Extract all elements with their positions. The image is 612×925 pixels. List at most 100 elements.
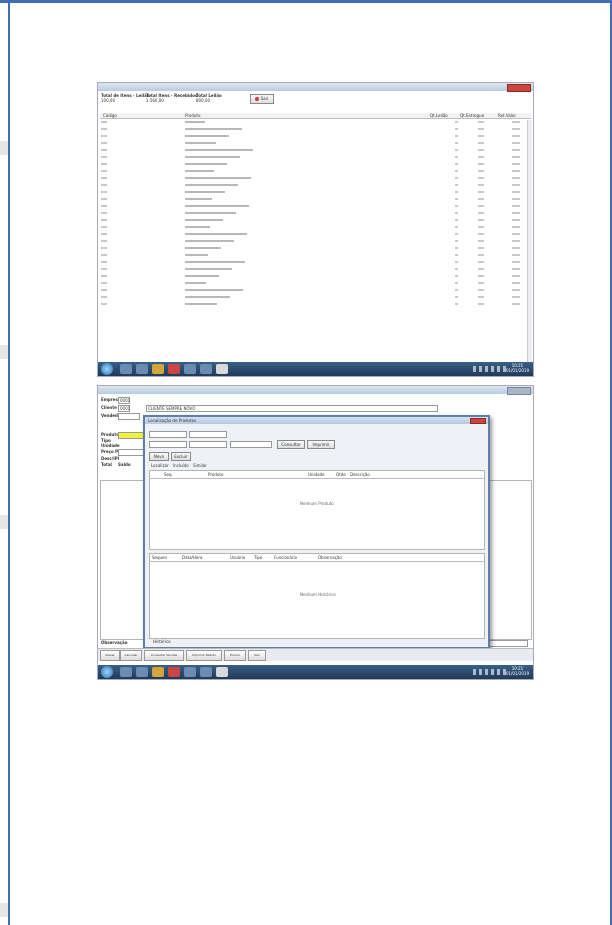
tab-incluido[interactable]: Incluído <box>173 463 189 468</box>
cell-value <box>512 142 520 144</box>
taskbar-app-button[interactable] <box>120 364 132 374</box>
cliente-name-value: CLIENTE SEMPRE NOVO <box>148 406 196 411</box>
dialog-close-button[interactable] <box>470 418 486 424</box>
table-row[interactable] <box>100 169 527 173</box>
dialog-filter-field[interactable] <box>149 431 187 438</box>
cell-code <box>101 275 107 277</box>
table-row[interactable] <box>100 141 527 145</box>
cell-code <box>101 268 107 270</box>
header-total-auction-value: 800,00 <box>196 98 210 103</box>
tab-localizar[interactable]: Localizar <box>151 463 169 468</box>
cancel-button[interactable]: Cancelar <box>120 650 142 661</box>
table-row[interactable] <box>100 127 527 131</box>
table-row[interactable] <box>100 302 527 306</box>
taskbar-app-button[interactable] <box>120 667 132 677</box>
search-button[interactable]: Consultar <box>277 440 305 449</box>
window-controls[interactable] <box>507 387 531 395</box>
table-row[interactable] <box>100 204 527 208</box>
dialog-filter-field[interactable] <box>189 441 227 448</box>
start-button[interactable] <box>101 666 113 678</box>
vendedor-field[interactable] <box>118 413 140 420</box>
taskbar-app-button[interactable] <box>168 667 180 677</box>
taskbar-app-button[interactable] <box>200 667 212 677</box>
view-sales-button[interactable]: Consultar Vendas <box>144 650 184 661</box>
table-row[interactable] <box>100 190 527 194</box>
table-row[interactable] <box>100 267 527 271</box>
table-row[interactable] <box>100 288 527 292</box>
taskbar-app-button[interactable] <box>184 364 196 374</box>
cliente-name-field[interactable]: CLIENTE SEMPRE NOVO <box>146 405 438 412</box>
cell-code <box>101 233 107 235</box>
table-row[interactable] <box>100 225 527 229</box>
save-button[interactable]: Salvar <box>100 650 120 661</box>
new-button[interactable]: Novo <box>149 452 169 461</box>
produto-field[interactable] <box>118 432 146 439</box>
empty-history-message: Nenhum Histórico <box>300 592 336 597</box>
table-row[interactable] <box>100 183 527 187</box>
taskbar-app-button[interactable] <box>136 364 148 374</box>
start-button[interactable] <box>101 363 113 375</box>
table-row[interactable] <box>100 120 527 124</box>
product-lookup-dialog: Localização de Produtos Consultar Imprim… <box>143 415 490 649</box>
taskbar-app-button[interactable] <box>152 364 164 374</box>
table-row[interactable] <box>100 134 527 138</box>
exit-button[interactable]: Sair <box>248 650 266 661</box>
table-row[interactable] <box>100 176 527 180</box>
dialog-filter-field[interactable] <box>230 441 272 448</box>
window-close-button[interactable] <box>507 84 531 92</box>
table-row[interactable] <box>100 239 527 243</box>
table-row[interactable] <box>100 246 527 250</box>
cell-qty-auction <box>455 289 458 291</box>
table-row[interactable] <box>100 281 527 285</box>
cell-value <box>512 170 520 172</box>
table-row[interactable] <box>100 295 527 299</box>
cell-qty-auction <box>455 198 458 200</box>
cell-value <box>512 191 520 193</box>
taskbar-app-button[interactable] <box>152 667 164 677</box>
table-row[interactable] <box>100 148 527 152</box>
table-row[interactable] <box>100 211 527 215</box>
table-row[interactable] <box>100 232 527 236</box>
cell-qty-delivered <box>478 170 484 172</box>
taskbar-clock: 10:21 01/01/2019 <box>506 363 529 373</box>
exit-button[interactable]: Sair <box>250 94 274 104</box>
table-row[interactable] <box>100 274 527 278</box>
tab-similar[interactable]: Similar <box>193 463 207 468</box>
preco-field[interactable] <box>118 449 146 456</box>
taskbar-app-button[interactable] <box>184 667 196 677</box>
cell-qty-auction <box>455 205 458 207</box>
dialog-filter-field[interactable] <box>189 431 227 438</box>
cell-code <box>101 212 107 214</box>
taskbar-app-button[interactable] <box>216 364 228 374</box>
taskbar-app-button[interactable] <box>136 667 148 677</box>
cliente-code-field[interactable]: 0001 <box>118 405 130 412</box>
tab-historico[interactable]: Histórico <box>153 639 171 644</box>
delete-order-button[interactable]: Excluir <box>224 650 246 661</box>
taskbar-app-button[interactable] <box>168 364 180 374</box>
empresa-field[interactable]: 0001 <box>118 397 130 404</box>
cell-code <box>101 163 107 165</box>
table-row[interactable] <box>100 162 527 166</box>
table-row[interactable] <box>100 197 527 201</box>
print-order-button[interactable]: Imprimir Pedido <box>186 650 222 661</box>
taskbar-app-button[interactable] <box>216 667 228 677</box>
cell-product <box>185 191 225 193</box>
page-left-border <box>8 3 10 925</box>
table-scrollbar[interactable] <box>527 120 532 376</box>
taskbar-app-button[interactable] <box>200 364 212 374</box>
cell-qty-auction <box>455 184 458 186</box>
column-header: Qt.Entregue <box>460 113 485 118</box>
cell-value <box>512 289 520 291</box>
dialog-filter-field[interactable] <box>149 441 187 448</box>
table-row[interactable] <box>100 253 527 257</box>
table-row[interactable] <box>100 260 527 264</box>
cell-product <box>185 289 243 291</box>
table-row[interactable] <box>100 218 527 222</box>
cell-qty-auction <box>455 163 458 165</box>
cell-qty-auction <box>455 142 458 144</box>
print-button[interactable]: Imprimir <box>307 440 335 449</box>
table-row[interactable] <box>100 155 527 159</box>
delete-button[interactable]: Excluir <box>171 452 191 461</box>
cell-qty-delivered <box>478 268 484 270</box>
cell-value <box>512 282 520 284</box>
